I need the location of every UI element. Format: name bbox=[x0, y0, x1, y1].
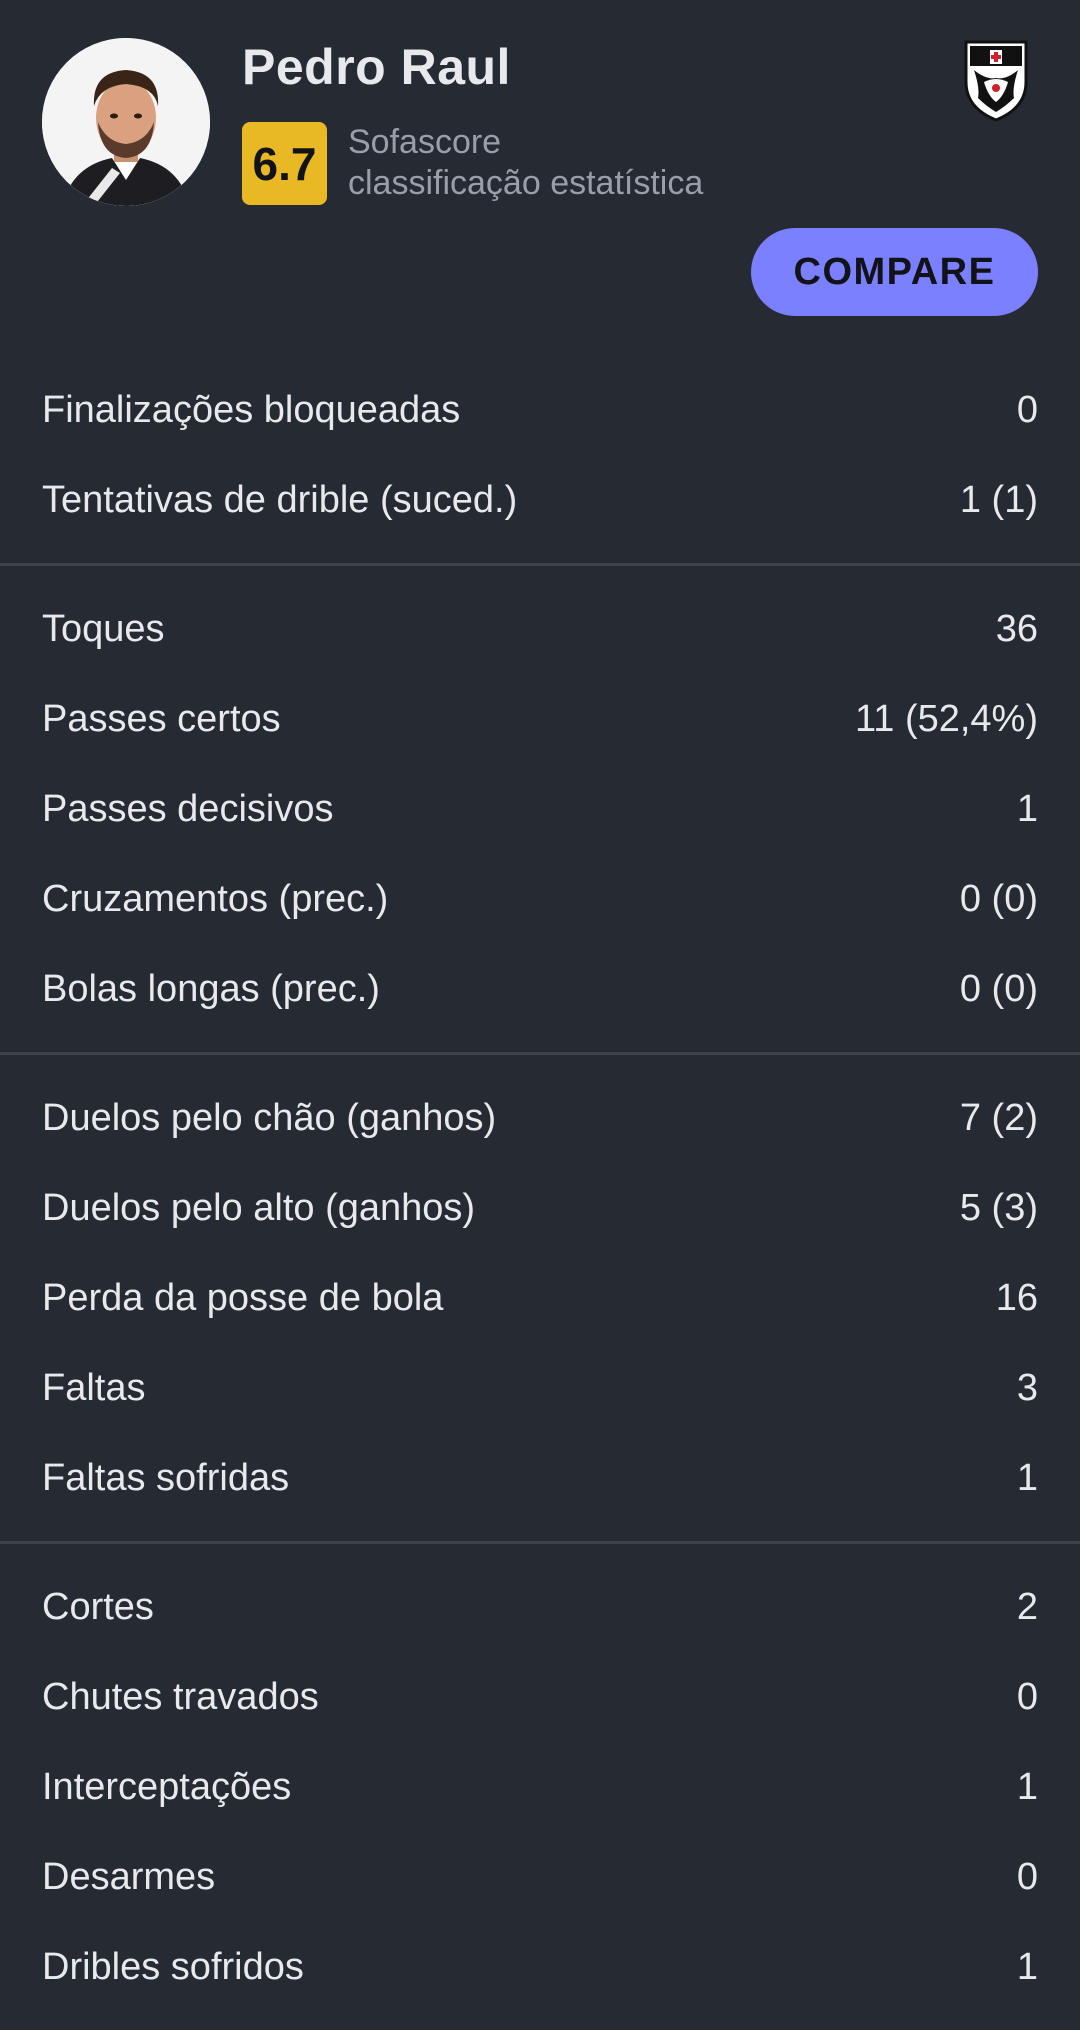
stat-row: Perda da posse de bola 16 bbox=[0, 1253, 1080, 1343]
player-header: Pedro Raul 6.7 Sofascore classificação e… bbox=[0, 0, 1080, 358]
stat-group: Cortes 2 Chutes travados 0 Interceptaçõe… bbox=[0, 1562, 1080, 2012]
stat-row: Duelos pelo alto (ganhos) 5 (3) bbox=[0, 1163, 1080, 1253]
rating-label-description: classificação estatística bbox=[348, 164, 704, 202]
stat-value: 1 (1) bbox=[959, 478, 1038, 521]
stat-label: Passes certos bbox=[42, 697, 281, 740]
stat-label: Perda da posse de bola bbox=[42, 1276, 444, 1319]
stat-label: Desarmes bbox=[42, 1855, 216, 1898]
stat-row: Cruzamentos (prec.) 0 (0) bbox=[0, 854, 1080, 944]
stat-value: 1 bbox=[1016, 1456, 1038, 1499]
stat-label: Toques bbox=[42, 607, 165, 650]
stat-label: Cruzamentos (prec.) bbox=[42, 877, 389, 920]
stat-value: 3 bbox=[1016, 1366, 1038, 1409]
stat-label: Dribles sofridos bbox=[42, 1945, 304, 1988]
stat-value: 1 bbox=[1016, 1765, 1038, 1808]
stat-row: Faltas 3 bbox=[0, 1343, 1080, 1433]
stat-value: 0 bbox=[1016, 388, 1038, 431]
rating-badge: 6.7 bbox=[242, 122, 327, 205]
stat-value: 0 (0) bbox=[959, 877, 1038, 920]
stat-row: Passes certos 11 (52,4%) bbox=[0, 674, 1080, 764]
rating-label: Sofascore classificação estatística bbox=[348, 122, 703, 204]
stat-value: 1 bbox=[1016, 787, 1038, 830]
stat-row: Bolas longas (prec.) 0 (0) bbox=[0, 944, 1080, 1034]
stat-row: Duelos pelo chão (ganhos) 7 (2) bbox=[0, 1073, 1080, 1163]
stat-row: Cortes 2 bbox=[0, 1562, 1080, 1652]
stat-row: Tentativas de drible (suced.) 1 (1) bbox=[0, 455, 1080, 545]
stat-label: Duelos pelo alto (ganhos) bbox=[42, 1186, 476, 1229]
stat-label: Bolas longas (prec.) bbox=[42, 967, 380, 1010]
stat-value: 11 (52,4%) bbox=[854, 697, 1038, 740]
stat-label: Tentativas de drible (suced.) bbox=[42, 478, 518, 521]
stat-row: Dribles sofridos 1 bbox=[0, 1922, 1080, 2012]
stat-label: Chutes travados bbox=[42, 1675, 319, 1718]
stat-value: 0 bbox=[1016, 1675, 1038, 1718]
stat-value: 2 bbox=[1016, 1585, 1038, 1628]
stat-label: Duelos pelo chão (ganhos) bbox=[42, 1096, 497, 1139]
stat-value: 1 bbox=[1016, 1945, 1038, 1988]
vasco-crest-icon[interactable] bbox=[960, 36, 1032, 122]
compare-button[interactable]: COMPARE bbox=[751, 228, 1038, 316]
player-photo bbox=[42, 38, 210, 206]
stat-row: Chutes travados 0 bbox=[0, 1652, 1080, 1742]
stat-label: Passes decisivos bbox=[42, 787, 334, 830]
stat-group: Duelos pelo chão (ganhos) 7 (2) Duelos p… bbox=[0, 1073, 1080, 1544]
stat-label: Cortes bbox=[42, 1585, 154, 1628]
stat-value: 36 bbox=[995, 607, 1038, 650]
stat-value: 16 bbox=[995, 1276, 1038, 1319]
rating-label-source: Sofascore bbox=[348, 123, 502, 161]
stats-list: Finalizações bloqueadas 0 Tentativas de … bbox=[0, 365, 1080, 2030]
stat-value: 0 bbox=[1016, 1855, 1038, 1898]
stat-label: Faltas sofridas bbox=[42, 1456, 290, 1499]
stat-group: Toques 36 Passes certos 11 (52,4%) Passe… bbox=[0, 584, 1080, 1055]
stat-row: Faltas sofridas 1 bbox=[0, 1433, 1080, 1523]
stat-label: Interceptações bbox=[42, 1765, 292, 1808]
stat-row: Passes decisivos 1 bbox=[0, 764, 1080, 854]
stat-label: Faltas bbox=[42, 1366, 146, 1409]
player-avatar bbox=[42, 38, 210, 206]
stat-label: Finalizações bloqueadas bbox=[42, 388, 461, 431]
stat-row: Desarmes 0 bbox=[0, 1832, 1080, 1922]
stat-row: Interceptações 1 bbox=[0, 1742, 1080, 1832]
stat-row: Finalizações bloqueadas 0 bbox=[0, 365, 1080, 455]
stat-value: 7 (2) bbox=[959, 1096, 1038, 1139]
stat-value: 5 (3) bbox=[959, 1186, 1038, 1229]
stat-row: Toques 36 bbox=[0, 584, 1080, 674]
player-name: Pedro Raul bbox=[242, 39, 511, 95]
stat-group: Finalizações bloqueadas 0 Tentativas de … bbox=[0, 365, 1080, 566]
stat-value: 0 (0) bbox=[959, 967, 1038, 1010]
